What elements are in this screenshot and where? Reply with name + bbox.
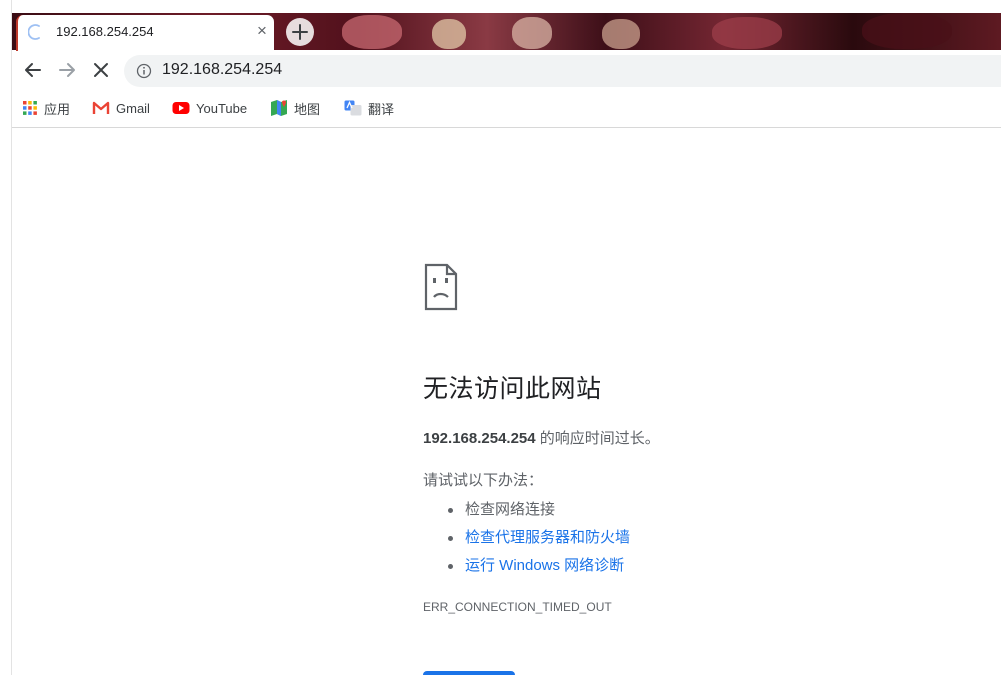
- back-button[interactable]: [20, 57, 46, 83]
- theme-decoration: [432, 19, 466, 49]
- address-bar[interactable]: 192.168.254.254: [124, 55, 1001, 87]
- bookmark-label: 应用: [44, 101, 71, 117]
- error-description: 192.168.254.254 的响应时间过长。: [423, 427, 983, 448]
- plus-icon: [292, 24, 308, 40]
- apps-grid-icon: [23, 101, 37, 115]
- back-arrow-icon: [25, 63, 41, 77]
- bookmark-gmail[interactable]: Gmail: [92, 98, 150, 118]
- suggestion-run-diagnostics-link[interactable]: 运行 Windows 网络诊断: [443, 552, 983, 580]
- url-text[interactable]: 192.168.254.254: [162, 61, 282, 79]
- suggestion-check-connection: 检查网络连接: [443, 496, 983, 524]
- error-description-text: 的响应时间过长。: [535, 430, 660, 447]
- theme-decoration: [342, 15, 402, 49]
- forward-button[interactable]: [54, 57, 80, 83]
- bookmark-label: 翻译: [368, 101, 395, 117]
- forward-arrow-icon: [59, 63, 75, 77]
- theme-decoration: [862, 13, 952, 49]
- suggestions-heading: 请试试以下办法：: [423, 472, 544, 489]
- error-page: 无法访问此网站 192.168.254.254 的响应时间过长。 请试试以下办法…: [423, 262, 983, 614]
- error-title: 无法访问此网站: [423, 374, 602, 403]
- bookmarks-bar: 应用 Gmail YouTube 地图 翻译: [12, 95, 1001, 121]
- loading-spinner-icon: [28, 24, 40, 40]
- error-code: ERR_CONNECTION_TIMED_OUT: [423, 600, 612, 614]
- tab-close-icon[interactable]: ×: [252, 21, 272, 41]
- toolbar: 192.168.254.254: [12, 51, 1001, 91]
- maps-icon: [271, 100, 287, 116]
- stop-icon: [94, 63, 108, 77]
- bookmark-apps[interactable]: 应用: [22, 98, 70, 118]
- bookmark-translate[interactable]: 翻译: [344, 98, 394, 118]
- new-tab-button[interactable]: [286, 18, 314, 46]
- bookmark-maps[interactable]: 地图: [270, 98, 320, 118]
- bookmark-label: 地图: [294, 101, 321, 117]
- bookmark-label: YouTube: [196, 100, 248, 116]
- translate-icon: [344, 100, 362, 116]
- suggestion-check-proxy-link[interactable]: 检查代理服务器和防火墙: [443, 524, 983, 552]
- suggestions-list: 检查网络连接 检查代理服务器和防火墙 运行 Windows 网络诊断: [423, 496, 983, 580]
- theme-decoration: [602, 19, 640, 49]
- info-icon[interactable]: [136, 63, 152, 79]
- browser-chrome: 192.168.254.254 × 192.168.254.254 应用 Gma…: [12, 0, 1001, 128]
- window-left-edge: [0, 0, 12, 675]
- reload-button[interactable]: [423, 671, 515, 675]
- tab-active[interactable]: 192.168.254.254 ×: [16, 15, 274, 51]
- theme-decoration: [512, 17, 552, 49]
- gmail-icon: [92, 101, 110, 114]
- youtube-icon: [172, 102, 190, 114]
- bookmark-youtube[interactable]: YouTube: [172, 98, 247, 118]
- sad-page-icon: [424, 263, 458, 311]
- theme-decoration: [712, 17, 782, 49]
- bookmark-label: Gmail: [116, 100, 150, 116]
- stop-button[interactable]: [88, 57, 114, 83]
- error-host: 192.168.254.254: [423, 430, 536, 447]
- tab-title: 192.168.254.254: [56, 24, 154, 39]
